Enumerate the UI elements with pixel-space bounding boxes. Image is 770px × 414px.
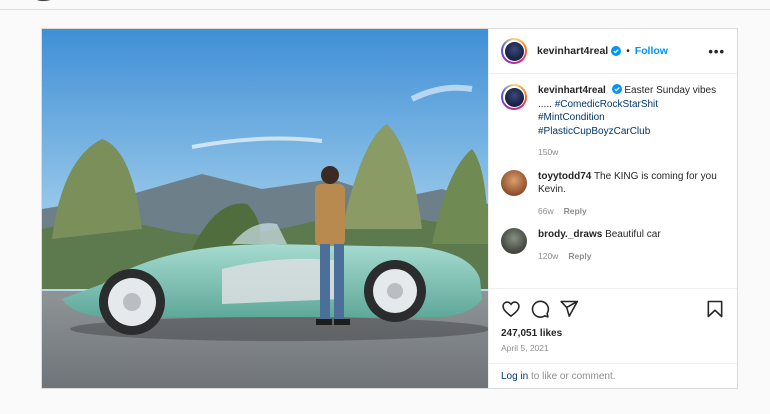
comment-item: toyytodd74 The KING is coming for you Ke… [501,169,725,219]
author-username[interactable]: kevinhart4real [537,45,608,57]
follow-button[interactable]: Follow [635,45,668,57]
comment-age: 120w [538,250,559,261]
verified-icon [611,84,622,94]
comments-list: kevinhart4real Easter Sunday vibes .....… [489,74,737,288]
login-prompt: Log in to like or comment. [489,363,737,388]
reply-button[interactable]: Reply [564,206,587,216]
login-link[interactable]: Log in [501,371,528,382]
hashtag-link[interactable]: #PlasticCupBoyzCarClub [538,126,650,137]
post-date: April 5, 2021 [501,343,549,353]
post-photo[interactable] [42,29,488,388]
share-icon[interactable] [559,299,579,319]
comment-username[interactable]: brody._draws [538,229,602,240]
separator-dot: • [626,45,630,57]
verified-icon [611,46,622,56]
hashtag-link[interactable]: #MintCondition [538,112,605,123]
caption-item: kevinhart4real Easter Sunday vibes .....… [501,84,725,160]
commenter-avatar[interactable] [501,228,527,254]
comment-username[interactable]: toyytodd74 [538,171,591,182]
caption-age: 150w [538,147,559,157]
caption-meta: 150w [538,146,725,160]
post-header: kevinhart4real • Follow ••• [489,29,737,74]
comment-text: brody._draws Beautiful car 120w Reply [538,228,661,263]
likes-count[interactable]: 247,051 likes [501,328,725,339]
photo-car-scene [42,29,488,388]
comment-item: brody._draws Beautiful car 120w Reply [501,228,725,263]
reply-button[interactable]: Reply [568,251,591,261]
post-card: kevinhart4real • Follow ••• kevinhart4re… [41,28,738,389]
comment-text: toyytodd74 The KING is coming for you Ke… [538,170,725,219]
caption-avatar[interactable] [501,84,527,110]
comment-body: Beautiful car [605,229,661,240]
heart-icon[interactable] [501,299,521,319]
more-options-button[interactable]: ••• [708,44,725,59]
login-prompt-text: to like or comment. [528,370,616,382]
author-avatar[interactable] [501,38,527,64]
post-actions: 247,051 likes April 5, 2021 [489,288,737,353]
comment-meta: 66w Reply [538,205,725,219]
commenter-avatar[interactable] [501,169,527,196]
top-divider [0,9,770,10]
comment-age: 66w [538,205,554,216]
comment-meta: 120w Reply [538,250,661,264]
post-sidebar: kevinhart4real • Follow ••• kevinhart4re… [488,29,737,388]
bookmark-icon[interactable] [705,299,725,319]
hashtag-link[interactable]: #ComedicRockStarShit [555,99,658,110]
comment-icon[interactable] [530,299,550,319]
caption-text: kevinhart4real Easter Sunday vibes .....… [538,84,725,160]
top-fragment [36,0,51,2]
action-icons [501,297,725,321]
caption-username[interactable]: kevinhart4real [538,85,606,96]
